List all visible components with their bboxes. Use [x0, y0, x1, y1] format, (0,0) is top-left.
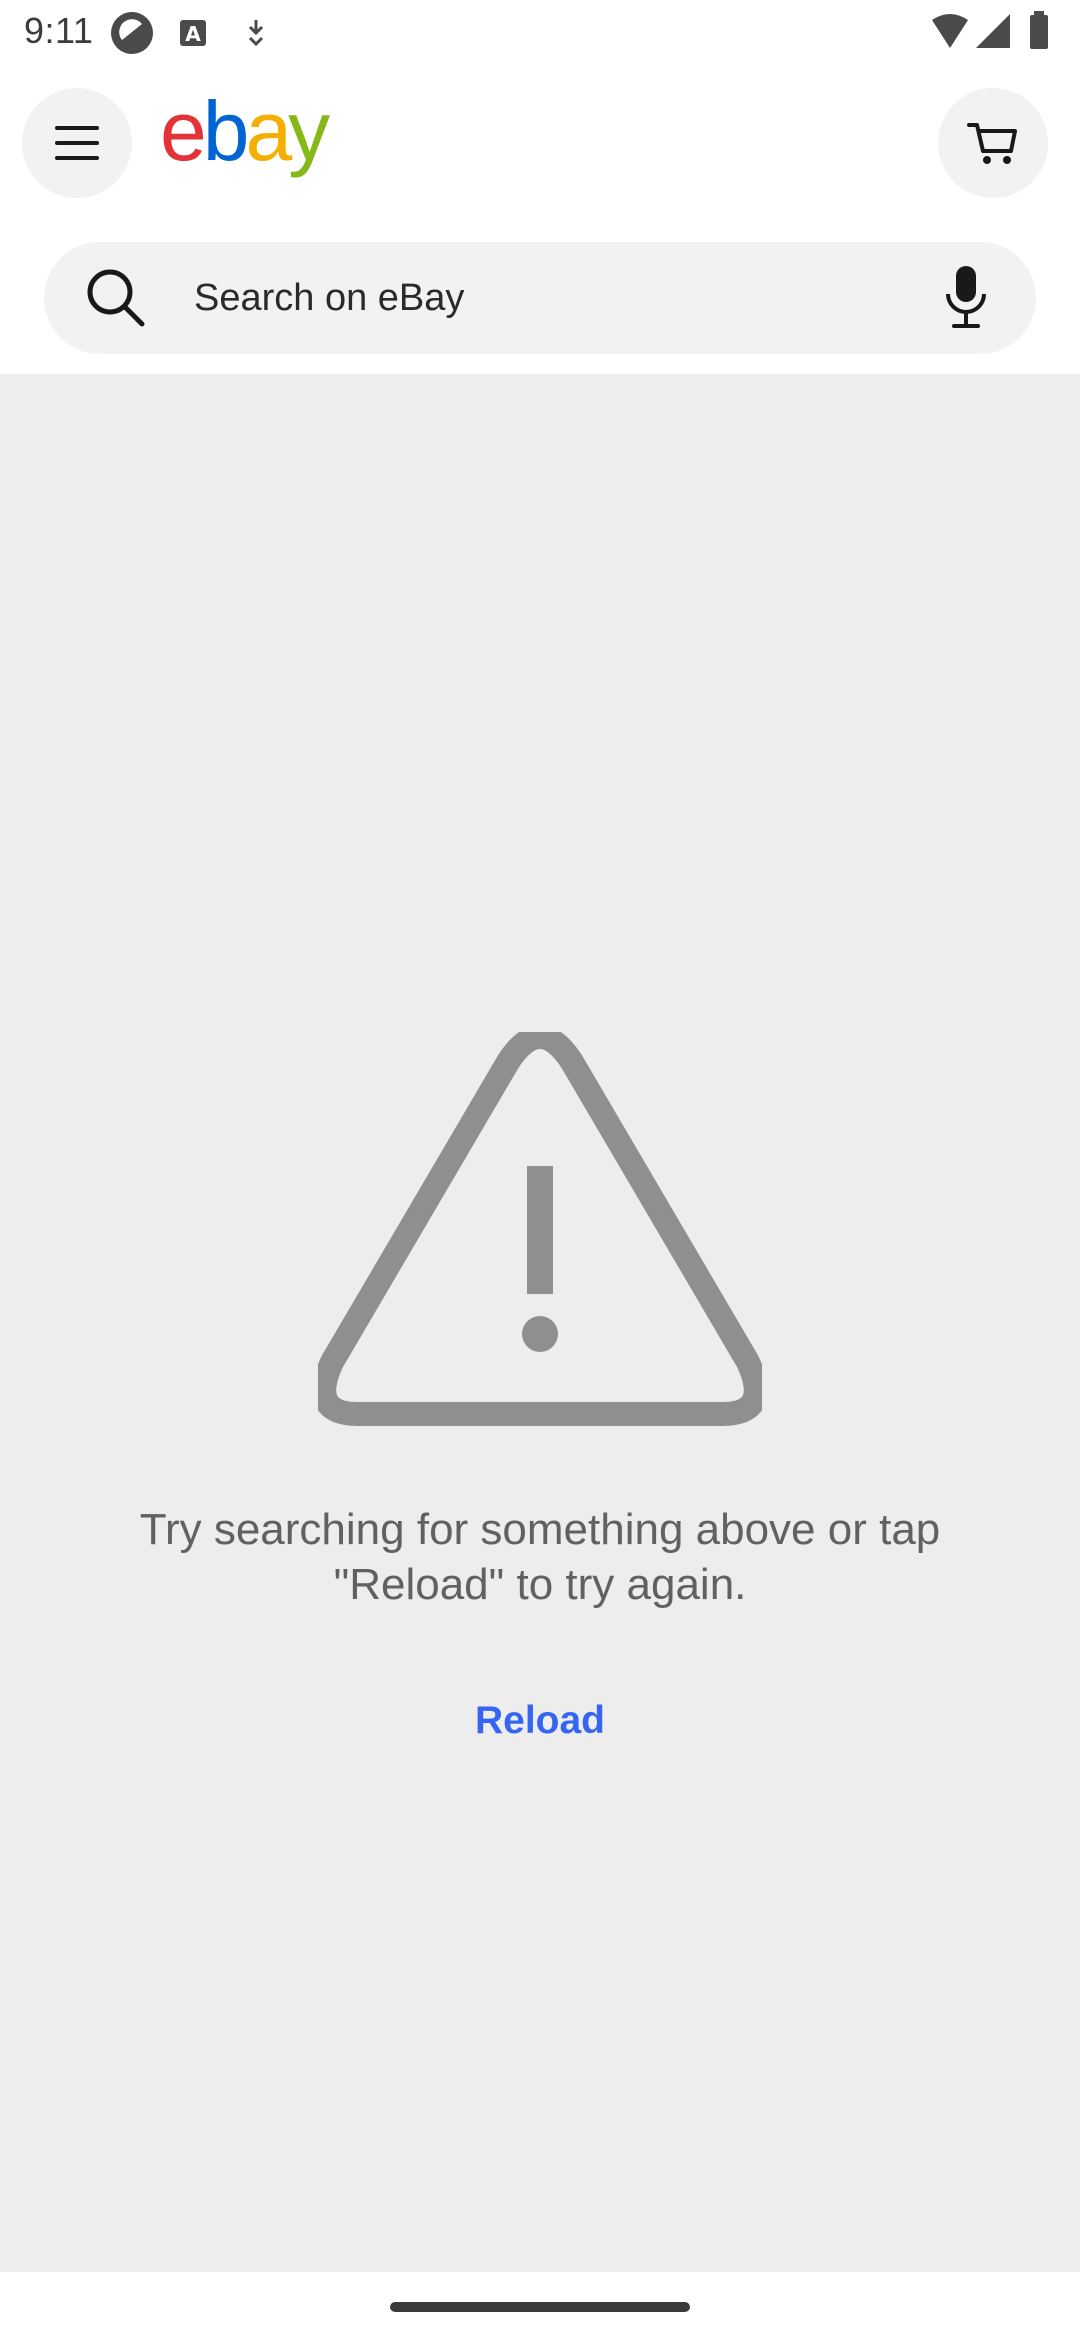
ebay-logo-text: ebay	[160, 96, 330, 178]
system-nav-bar	[0, 2272, 1080, 2340]
search-bar[interactable]: Search on eBay	[44, 242, 1036, 354]
error-content: Try searching for something above or tap…	[0, 374, 1080, 2272]
status-right-icons	[932, 11, 1048, 49]
ebay-logo[interactable]: ebay	[160, 96, 360, 186]
status-left-icons: A	[111, 12, 264, 54]
app-screen: 9:11 A ebay Search on eBay Try searching…	[0, 0, 1080, 2340]
cart-button[interactable]	[938, 88, 1048, 198]
svg-text:A: A	[185, 22, 201, 46]
status-time: 9:11	[24, 10, 94, 51]
logo-letter-y: y	[288, 96, 330, 178]
wifi-icon	[932, 14, 968, 48]
cellular-signal-icon	[976, 14, 1010, 48]
hamburger-menu-icon	[55, 126, 99, 160]
search-section: Search on eBay	[0, 222, 1080, 374]
search-input[interactable]: Search on eBay	[194, 242, 464, 354]
download-icon	[248, 20, 264, 47]
shopping-cart-icon	[967, 123, 1017, 164]
logo-letter-b: b	[203, 96, 247, 178]
battery-icon	[1030, 11, 1048, 49]
home-indicator[interactable]	[390, 2302, 690, 2312]
microphone-icon[interactable]	[942, 264, 990, 330]
app-notification-icon	[111, 12, 153, 54]
search-icon[interactable]	[84, 266, 148, 330]
logo-letter-e: e	[160, 96, 203, 178]
error-message: Try searching for something above or tap…	[139, 1505, 941, 1609]
logo-letter-a: a	[245, 96, 292, 178]
status-bar: 9:11 A	[0, 0, 1080, 66]
menu-button[interactable]	[22, 88, 132, 198]
text-a-icon: A	[180, 20, 206, 46]
app-header: ebay	[0, 66, 1080, 222]
reload-button[interactable]: Reload	[440, 1686, 640, 1756]
warning-triangle-icon	[318, 1032, 762, 1426]
